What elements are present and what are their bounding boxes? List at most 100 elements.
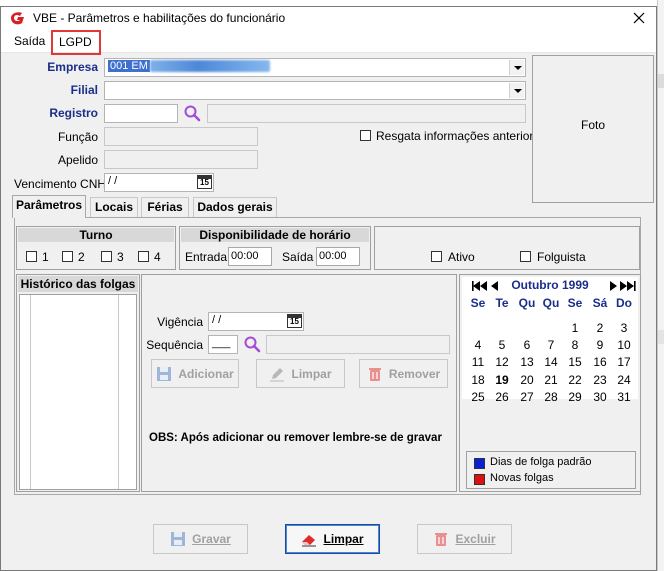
calendar-day[interactable]: 17 <box>612 355 636 369</box>
calendar-day[interactable]: 1 <box>563 321 587 335</box>
calendar-day[interactable]: 16 <box>588 355 612 369</box>
folguista-label: Folguista <box>537 250 586 264</box>
disponibilidade-group: Disponibilidade de horário Entrada 00:00… <box>179 226 371 270</box>
calendar-day[interactable]: 24 <box>612 373 636 387</box>
excluir-button[interactable]: Excluir <box>417 524 512 554</box>
photo-frame[interactable]: Foto <box>532 55 654 203</box>
calendar-day[interactable]: 14 <box>539 355 563 369</box>
search-icon[interactable] <box>243 335 261 353</box>
calendar-day[interactable]: 25 <box>466 390 490 404</box>
calendar-weekday: Do <box>616 296 632 310</box>
registro-label: Registro <box>49 106 98 120</box>
empresa-combo[interactable]: 001 EM <box>104 58 526 77</box>
calendar-day[interactable]: 2 <box>588 321 612 335</box>
turno-title: Turno <box>18 228 174 242</box>
calendar-icon[interactable]: 15 <box>197 175 212 189</box>
adicionar-button[interactable]: Adicionar <box>151 359 239 388</box>
limpar-folga-label: Limpar <box>291 366 332 381</box>
calendar-day[interactable]: 26 <box>490 390 514 404</box>
empresa-redacted <box>149 60 270 73</box>
calendar-day[interactable]: 23 <box>588 373 612 387</box>
registro-input[interactable] <box>104 104 178 123</box>
trash-icon <box>435 533 448 546</box>
turno-3-checkbox[interactable] <box>101 251 112 262</box>
resgata-checkbox[interactable] <box>360 130 371 141</box>
empresa-value: 001 EM <box>108 60 150 72</box>
calendar-day[interactable]: 29 <box>563 390 587 404</box>
chevron-down-icon[interactable] <box>509 60 524 75</box>
next-month-icon[interactable] <box>609 280 619 292</box>
previous-month-icon[interactable] <box>489 280 499 292</box>
calendar-day[interactable]: 13 <box>515 355 539 369</box>
adicionar-label: Adicionar <box>178 366 234 381</box>
calendar-day[interactable]: 3 <box>612 321 636 335</box>
tab-ferias[interactable]: Férias <box>141 197 189 217</box>
saida-label: Saída <box>282 250 314 264</box>
calendar-day[interactable]: 31 <box>612 390 636 404</box>
calendar-day[interactable]: 21 <box>539 373 563 387</box>
calendar-day[interactable]: 15 <box>563 355 587 369</box>
calendar-day[interactable]: 19 <box>490 373 514 387</box>
calendar-day[interactable]: 9 <box>588 338 612 352</box>
funcao-label: Função <box>57 130 98 144</box>
calendar-day[interactable]: 30 <box>588 390 612 404</box>
calendar-day[interactable]: 18 <box>466 373 490 387</box>
calendar-day[interactable]: 10 <box>612 338 636 352</box>
gravar-button[interactable]: Gravar <box>153 524 248 554</box>
calendar-day[interactable]: 6 <box>515 338 539 352</box>
legend-label-folga-padrao: Dias de folga padrão <box>490 456 592 468</box>
empresa-label: Empresa <box>47 60 98 74</box>
menu-saida[interactable]: Saída <box>14 34 45 48</box>
saida-input[interactable]: 00:00 <box>316 247 360 266</box>
filial-combo[interactable] <box>104 81 526 100</box>
calendar-day[interactable]: 7 <box>539 338 563 352</box>
tab-dados-gerais[interactable]: Dados gerais <box>193 197 277 217</box>
limpar-label: Limpar <box>323 532 364 546</box>
calendar-day[interactable]: 8 <box>563 338 587 352</box>
close-button[interactable] <box>625 8 653 28</box>
calendar-day[interactable]: 5 <box>490 338 514 352</box>
status-group: Ativo Folguista <box>374 226 640 270</box>
limpar-button[interactable]: Limpar <box>285 524 380 554</box>
entrada-input[interactable]: 00:00 <box>228 247 272 266</box>
calendar-day[interactable]: 27 <box>515 390 539 404</box>
sequencia-display <box>266 335 450 354</box>
turno-2-checkbox[interactable] <box>62 251 73 262</box>
folguista-checkbox[interactable] <box>520 251 531 262</box>
sequencia-label: Sequência <box>146 338 203 352</box>
sequencia-input[interactable]: ___ <box>208 335 238 354</box>
turno-4-checkbox[interactable] <box>138 251 149 262</box>
next-year-icon[interactable] <box>619 280 637 292</box>
tab-panel-parametros: Turno 1 2 3 4 Disponibilidade de horário… <box>14 217 641 495</box>
calendar-day[interactable]: 4 <box>466 338 490 352</box>
trash-icon <box>368 367 381 381</box>
limpar-folga-button[interactable]: Limpar <box>256 359 345 388</box>
vencimento-cnh-value: / / <box>108 175 118 187</box>
calendar-icon[interactable]: 15 <box>287 314 302 328</box>
calendar-day[interactable]: 22 <box>563 373 587 387</box>
filial-label: Filial <box>70 83 98 97</box>
turno-3-label: 3 <box>117 250 124 264</box>
historico-column-divider <box>118 295 119 489</box>
remover-button[interactable]: Remover <box>359 359 448 388</box>
search-icon[interactable] <box>183 104 201 122</box>
calendar-widget[interactable]: Outubro 1999 Se Te Qu Qu Se Sá Do 1 2 3 4 5 6 7 8 9 10 11… <box>462 277 638 404</box>
turno-4-label: 4 <box>154 250 161 264</box>
tab-locais[interactable]: Locais <box>90 197 138 217</box>
calendar-day[interactable]: 12 <box>490 355 514 369</box>
historico-title: Histórico das folgas <box>18 276 138 292</box>
calendar-weekday: Se <box>567 296 583 310</box>
background-window-bar <box>658 74 664 88</box>
calendar-day[interactable]: 11 <box>466 355 490 369</box>
calendar-day[interactable]: 28 <box>539 390 563 404</box>
tab-parametros[interactable]: Parâmetros <box>12 195 86 218</box>
background-window-edge <box>657 0 664 571</box>
chevron-down-icon[interactable] <box>509 83 524 98</box>
eraser-icon <box>302 535 317 547</box>
historico-list[interactable] <box>19 294 137 490</box>
obs-note: OBS: Após adicionar ou remover lembre-se… <box>149 432 442 444</box>
turno-1-checkbox[interactable] <box>26 251 37 262</box>
calendar-day[interactable]: 20 <box>515 373 539 387</box>
menu-lgpd[interactable]: LGPD <box>51 30 101 55</box>
ativo-checkbox[interactable] <box>431 251 442 262</box>
